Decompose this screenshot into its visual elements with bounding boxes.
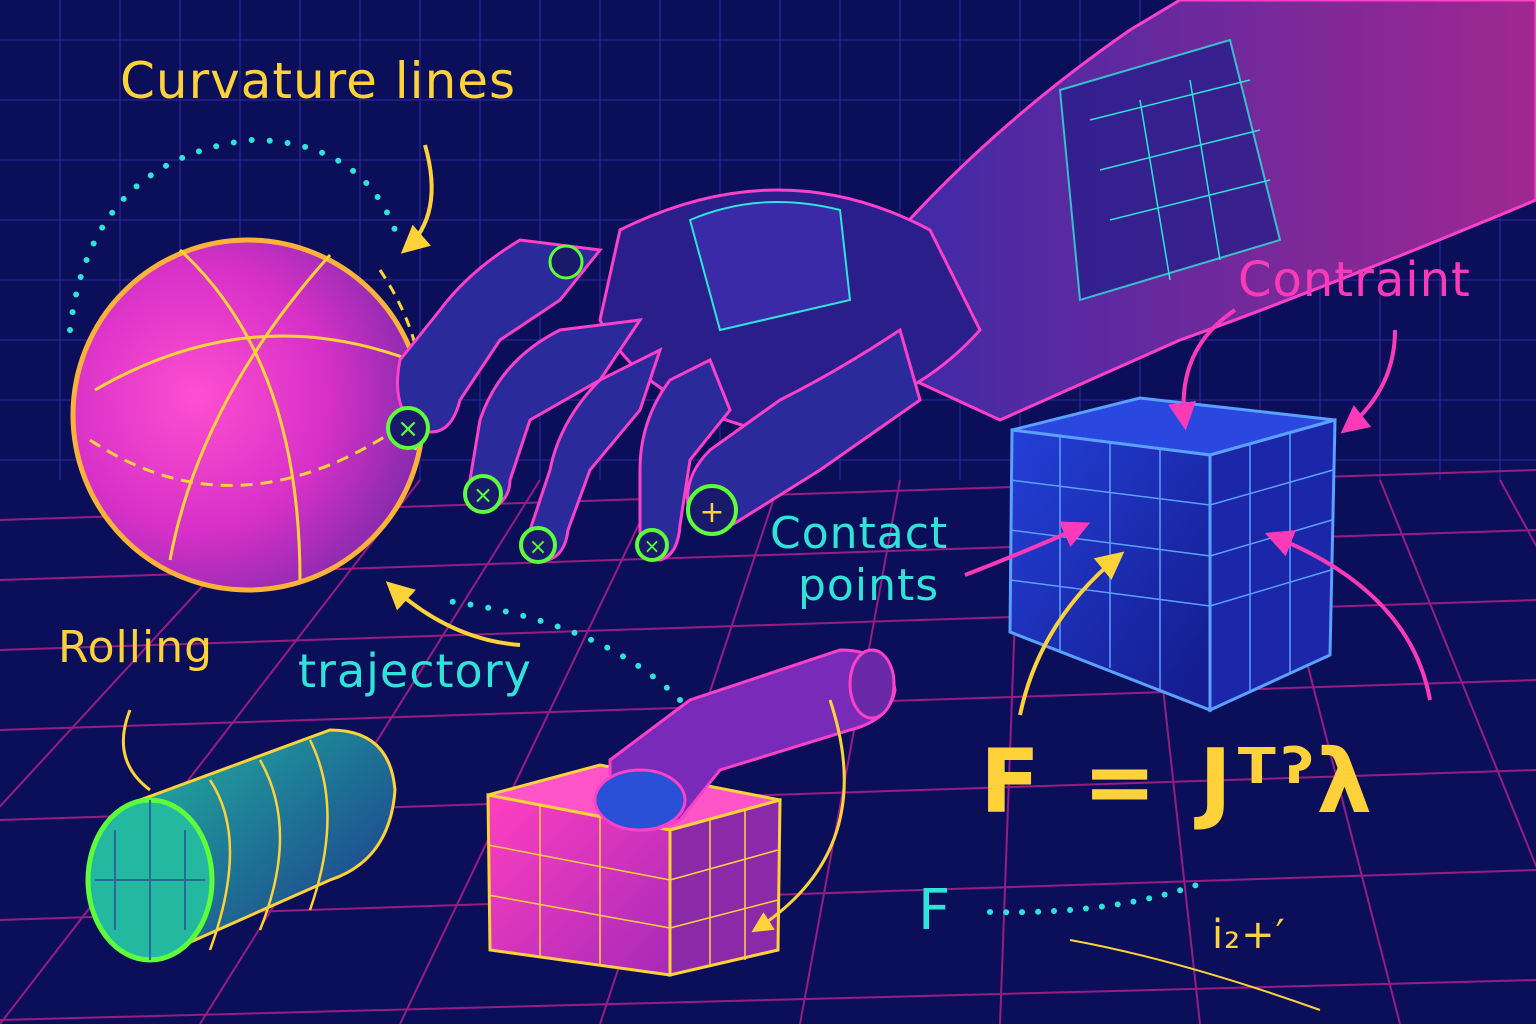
- constraint-label: Contraint: [1238, 252, 1471, 308]
- svg-text:×: ×: [529, 535, 547, 560]
- svg-text:×: ×: [644, 534, 661, 558]
- curvature-lines-label: Curvature lines: [120, 52, 517, 110]
- curvature-arrow: [400, 144, 434, 254]
- rolling-label: Rolling: [58, 622, 214, 673]
- cylinder: [85, 728, 397, 963]
- force-equation-small: F: [918, 878, 952, 943]
- blue-cube: [1008, 396, 1337, 713]
- svg-text:×: ×: [397, 414, 419, 444]
- svg-text:×: ×: [473, 481, 493, 509]
- equation-fragment: i₂+′: [1212, 912, 1286, 958]
- illustration-canvas: × × × × +: [0, 0, 1536, 1024]
- sphere: [70, 237, 426, 593]
- svg-text:+: +: [699, 495, 724, 530]
- constraint-arrow-right: [1340, 329, 1397, 434]
- contact-points-label-line2: points: [798, 560, 940, 611]
- trajectory-label: trajectory: [298, 644, 532, 698]
- force-equation: F = Jᵀˀλ: [980, 730, 1379, 833]
- rolling-arrow: [121, 709, 151, 792]
- contact-points-label-line1: Contact: [770, 508, 949, 559]
